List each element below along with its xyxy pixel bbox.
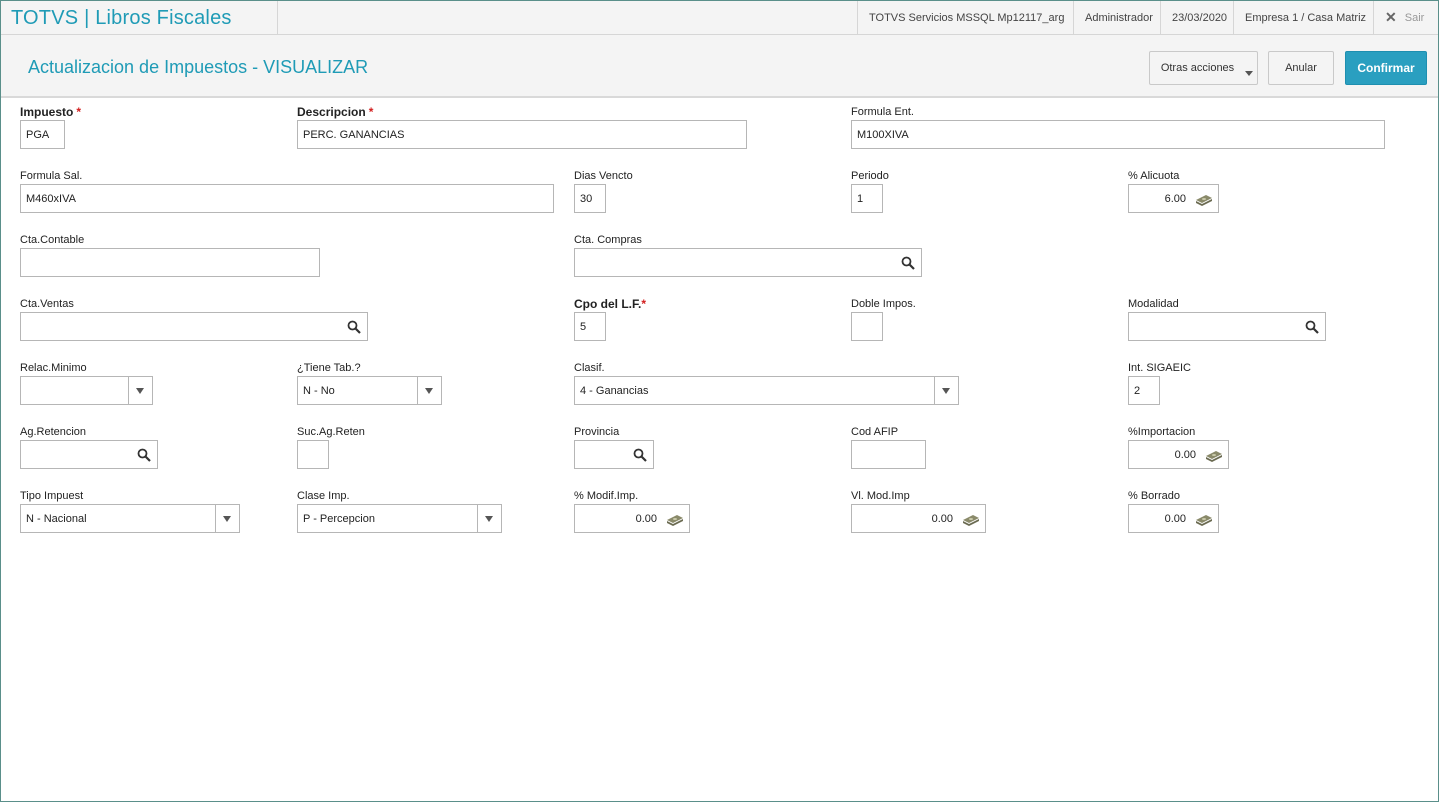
dias-vencto-label: Dias Vencto xyxy=(574,170,633,182)
chevron-down-icon[interactable] xyxy=(417,377,441,404)
vl-mod-imp-label: Vl. Mod.Imp xyxy=(851,490,910,502)
modalidad-field[interactable] xyxy=(1128,312,1326,341)
chevron-down-icon[interactable] xyxy=(215,505,239,532)
tipo-impuest-label: Tipo Impuest xyxy=(20,490,84,502)
user-info[interactable]: Administrador xyxy=(1073,1,1164,34)
provincia-field[interactable] xyxy=(574,440,654,469)
money-icon[interactable] xyxy=(1204,448,1224,462)
cta-contable-field[interactable] xyxy=(20,248,320,277)
periodo-field[interactable]: 1 xyxy=(851,184,883,213)
importacion-label: %Importacion xyxy=(1128,426,1196,438)
cta-ventas-field[interactable] xyxy=(20,312,368,341)
impuesto-label: Impuesto * xyxy=(20,105,82,119)
search-icon[interactable] xyxy=(137,448,151,462)
clase-imp-label: Clase Imp. xyxy=(297,490,350,502)
formula-ent-label: Formula Ent. xyxy=(851,106,914,118)
cta-ventas-label: Cta.Ventas xyxy=(20,298,74,310)
vl-mod-imp-field[interactable]: 0.00 xyxy=(851,504,986,533)
other-actions-button[interactable]: Otras acciones xyxy=(1149,51,1258,85)
tiene-tab-label: ¿Tiene Tab.? xyxy=(297,362,361,374)
provincia-label: Provincia xyxy=(574,426,620,438)
search-icon[interactable] xyxy=(633,448,647,462)
app-title: TOTVS | Libros Fiscales xyxy=(11,7,232,29)
cpo-lf-label: Cpo del L.F.* xyxy=(574,297,647,311)
suc-ag-reten-label: Suc.Ag.Reten xyxy=(297,426,365,438)
cta-compras-field[interactable] xyxy=(574,248,922,277)
formula-sal-field[interactable]: M460xIVA xyxy=(20,184,554,213)
cta-compras-label: Cta. Compras xyxy=(574,234,642,246)
tiene-tab-select[interactable]: N - No xyxy=(297,376,442,405)
int-sigaeic-label: Int. SIGAEIC xyxy=(1128,362,1191,374)
doble-impos-label: Doble Impos. xyxy=(851,298,916,310)
modif-imp-field[interactable]: 0.00 xyxy=(574,504,690,533)
periodo-label: Periodo xyxy=(851,170,889,182)
page-header: Actualizacion de Impuestos - VISUALIZAR … xyxy=(1,35,1438,98)
server-info: TOTVS Servicios MSSQL Mp12117_arg xyxy=(857,1,1075,34)
chevron-down-icon[interactable] xyxy=(128,377,152,404)
close-icon: ✕ xyxy=(1385,9,1397,25)
page-title: Actualizacion de Impuestos - VISUALIZAR xyxy=(28,57,369,77)
confirm-button[interactable]: Confirmar xyxy=(1345,51,1427,85)
clase-imp-select[interactable]: P - Percepcion xyxy=(297,504,502,533)
relac-minimo-select[interactable] xyxy=(20,376,153,405)
clasif-select[interactable]: 4 - Ganancias xyxy=(574,376,959,405)
chevron-down-icon xyxy=(1245,71,1253,76)
borrado-label: % Borrado xyxy=(1128,490,1180,502)
modalidad-label: Modalidad xyxy=(1128,298,1179,310)
top-bar: TOTVS | Libros Fiscales TOTVS Servicios … xyxy=(1,1,1438,35)
impuesto-field[interactable]: PGA xyxy=(20,120,65,149)
descripcion-label: Descripcion * xyxy=(297,105,374,119)
search-icon[interactable] xyxy=(1305,320,1319,334)
money-icon[interactable] xyxy=(1194,512,1214,526)
clasif-label: Clasif. xyxy=(574,362,605,374)
alicuota-label: % Alicuota xyxy=(1128,170,1180,182)
exit-button[interactable]: ✕ Sair xyxy=(1373,1,1435,34)
search-icon[interactable] xyxy=(347,320,361,334)
importacion-field[interactable]: 0.00 xyxy=(1128,440,1229,469)
company-info[interactable]: Empresa 1 / Casa Matriz xyxy=(1233,1,1377,34)
modif-imp-label: % Modif.Imp. xyxy=(574,490,639,502)
doble-impos-field[interactable] xyxy=(851,312,883,341)
chevron-down-icon[interactable] xyxy=(477,505,501,532)
ag-retencion-field[interactable] xyxy=(20,440,158,469)
cod-afip-label: Cod AFIP xyxy=(851,426,899,438)
money-icon[interactable] xyxy=(1194,192,1214,206)
borrado-field[interactable]: 0.00 xyxy=(1128,504,1219,533)
formula-sal-label: Formula Sal. xyxy=(20,170,83,182)
relac-minimo-label: Relac.Minimo xyxy=(20,362,87,374)
title-tab-edge xyxy=(265,1,278,34)
money-icon[interactable] xyxy=(665,512,685,526)
suc-ag-reten-field[interactable] xyxy=(297,440,329,469)
cpo-lf-field[interactable]: 5 xyxy=(574,312,606,341)
money-icon[interactable] xyxy=(961,512,981,526)
exit-label: Sair xyxy=(1404,11,1425,24)
app-window: TOTVS | Libros Fiscales TOTVS Servicios … xyxy=(0,0,1439,802)
descripcion-field[interactable]: PERC. GANANCIAS xyxy=(297,120,747,149)
date-info[interactable]: 23/03/2020 xyxy=(1160,1,1238,34)
other-actions-label: Otras acciones xyxy=(1160,62,1235,74)
chevron-down-icon[interactable] xyxy=(934,377,958,404)
formula-ent-field[interactable]: M100XIVA xyxy=(851,120,1385,149)
dias-vencto-field[interactable]: 30 xyxy=(574,184,606,213)
cancel-button[interactable]: Anular xyxy=(1268,51,1334,85)
tipo-impuest-select[interactable]: N - Nacional xyxy=(20,504,240,533)
search-icon[interactable] xyxy=(901,256,915,270)
cta-contable-label: Cta.Contable xyxy=(20,234,85,246)
alicuota-field[interactable]: 6.00 xyxy=(1128,184,1219,213)
ag-retencion-label: Ag.Retencion xyxy=(20,426,87,438)
int-sigaeic-field[interactable]: 2 xyxy=(1128,376,1160,405)
cod-afip-field[interactable] xyxy=(851,440,926,469)
